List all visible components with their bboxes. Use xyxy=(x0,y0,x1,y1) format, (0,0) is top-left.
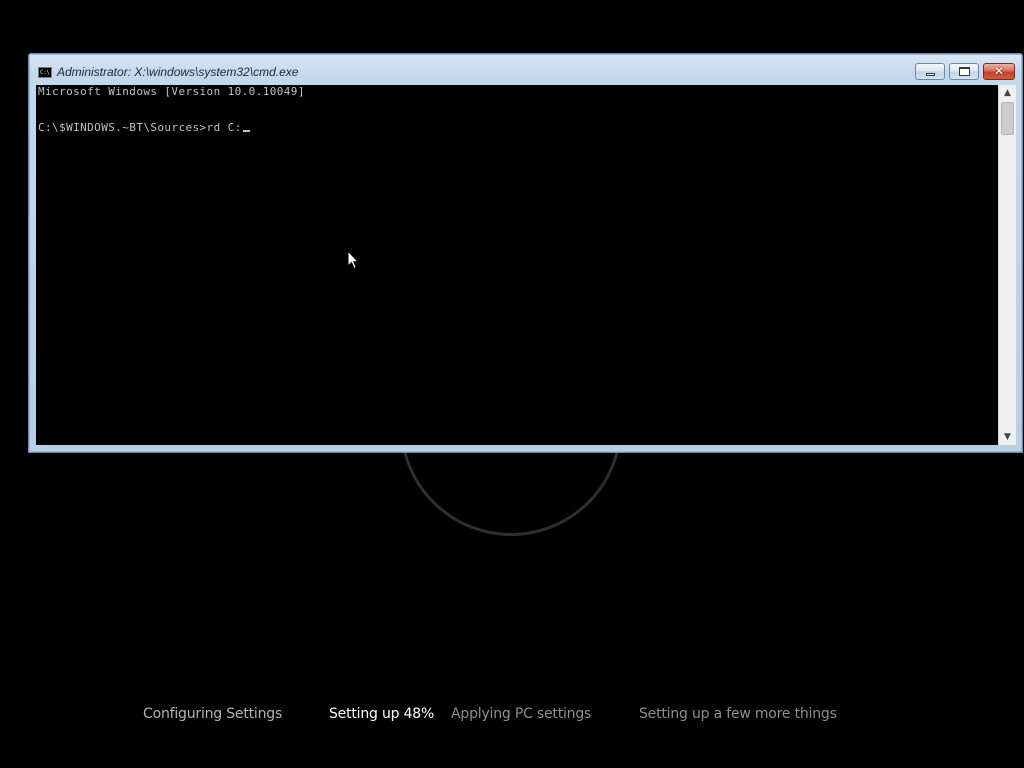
console-output[interactable]: Microsoft Windows [Version 10.0.10049] C… xyxy=(36,85,998,445)
console-icon-glyph: C:\ xyxy=(40,69,50,76)
setup-step-configuring: Configuring Settings xyxy=(143,706,283,722)
setup-step-more-things: Setting up a few more things xyxy=(639,706,837,722)
maximize-button[interactable] xyxy=(949,63,979,80)
console-prompt-text: C:\$WINDOWS.~BT\Sources>rd C: xyxy=(38,121,242,134)
mouse-pointer-icon xyxy=(347,250,359,270)
console-line-version: Microsoft Windows [Version 10.0.10049] xyxy=(38,85,305,98)
title-bar[interactable]: C:\ Administrator: X:\windows\system32\c… xyxy=(29,54,1022,86)
scroll-thumb[interactable] xyxy=(1001,102,1014,135)
setup-step-applying: Applying PC settings xyxy=(451,706,592,722)
scroll-down-arrow-icon[interactable]: ▼ xyxy=(999,429,1016,445)
console-icon[interactable]: C:\ xyxy=(38,67,52,78)
setup-screen: C:\ Administrator: X:\windows\system32\c… xyxy=(0,0,1024,768)
cmd-window[interactable]: C:\ Administrator: X:\windows\system32\c… xyxy=(28,53,1023,453)
text-cursor xyxy=(242,130,250,132)
close-button[interactable]: ✕ xyxy=(983,63,1015,80)
minimize-button[interactable] xyxy=(915,63,945,80)
maximize-icon xyxy=(959,67,970,76)
scroll-up-arrow-icon[interactable]: ▲ xyxy=(999,85,1016,101)
close-icon: ✕ xyxy=(993,64,1005,78)
console-line-prompt: C:\$WINDOWS.~BT\Sources>rd C: xyxy=(38,121,250,134)
vertical-scrollbar[interactable]: ▲ ▼ xyxy=(998,85,1016,445)
minimize-icon xyxy=(926,73,935,76)
window-title: Administrator: X:\windows\system32\cmd.e… xyxy=(57,65,299,79)
setup-step-setting-up: Setting up 48% xyxy=(329,706,435,722)
